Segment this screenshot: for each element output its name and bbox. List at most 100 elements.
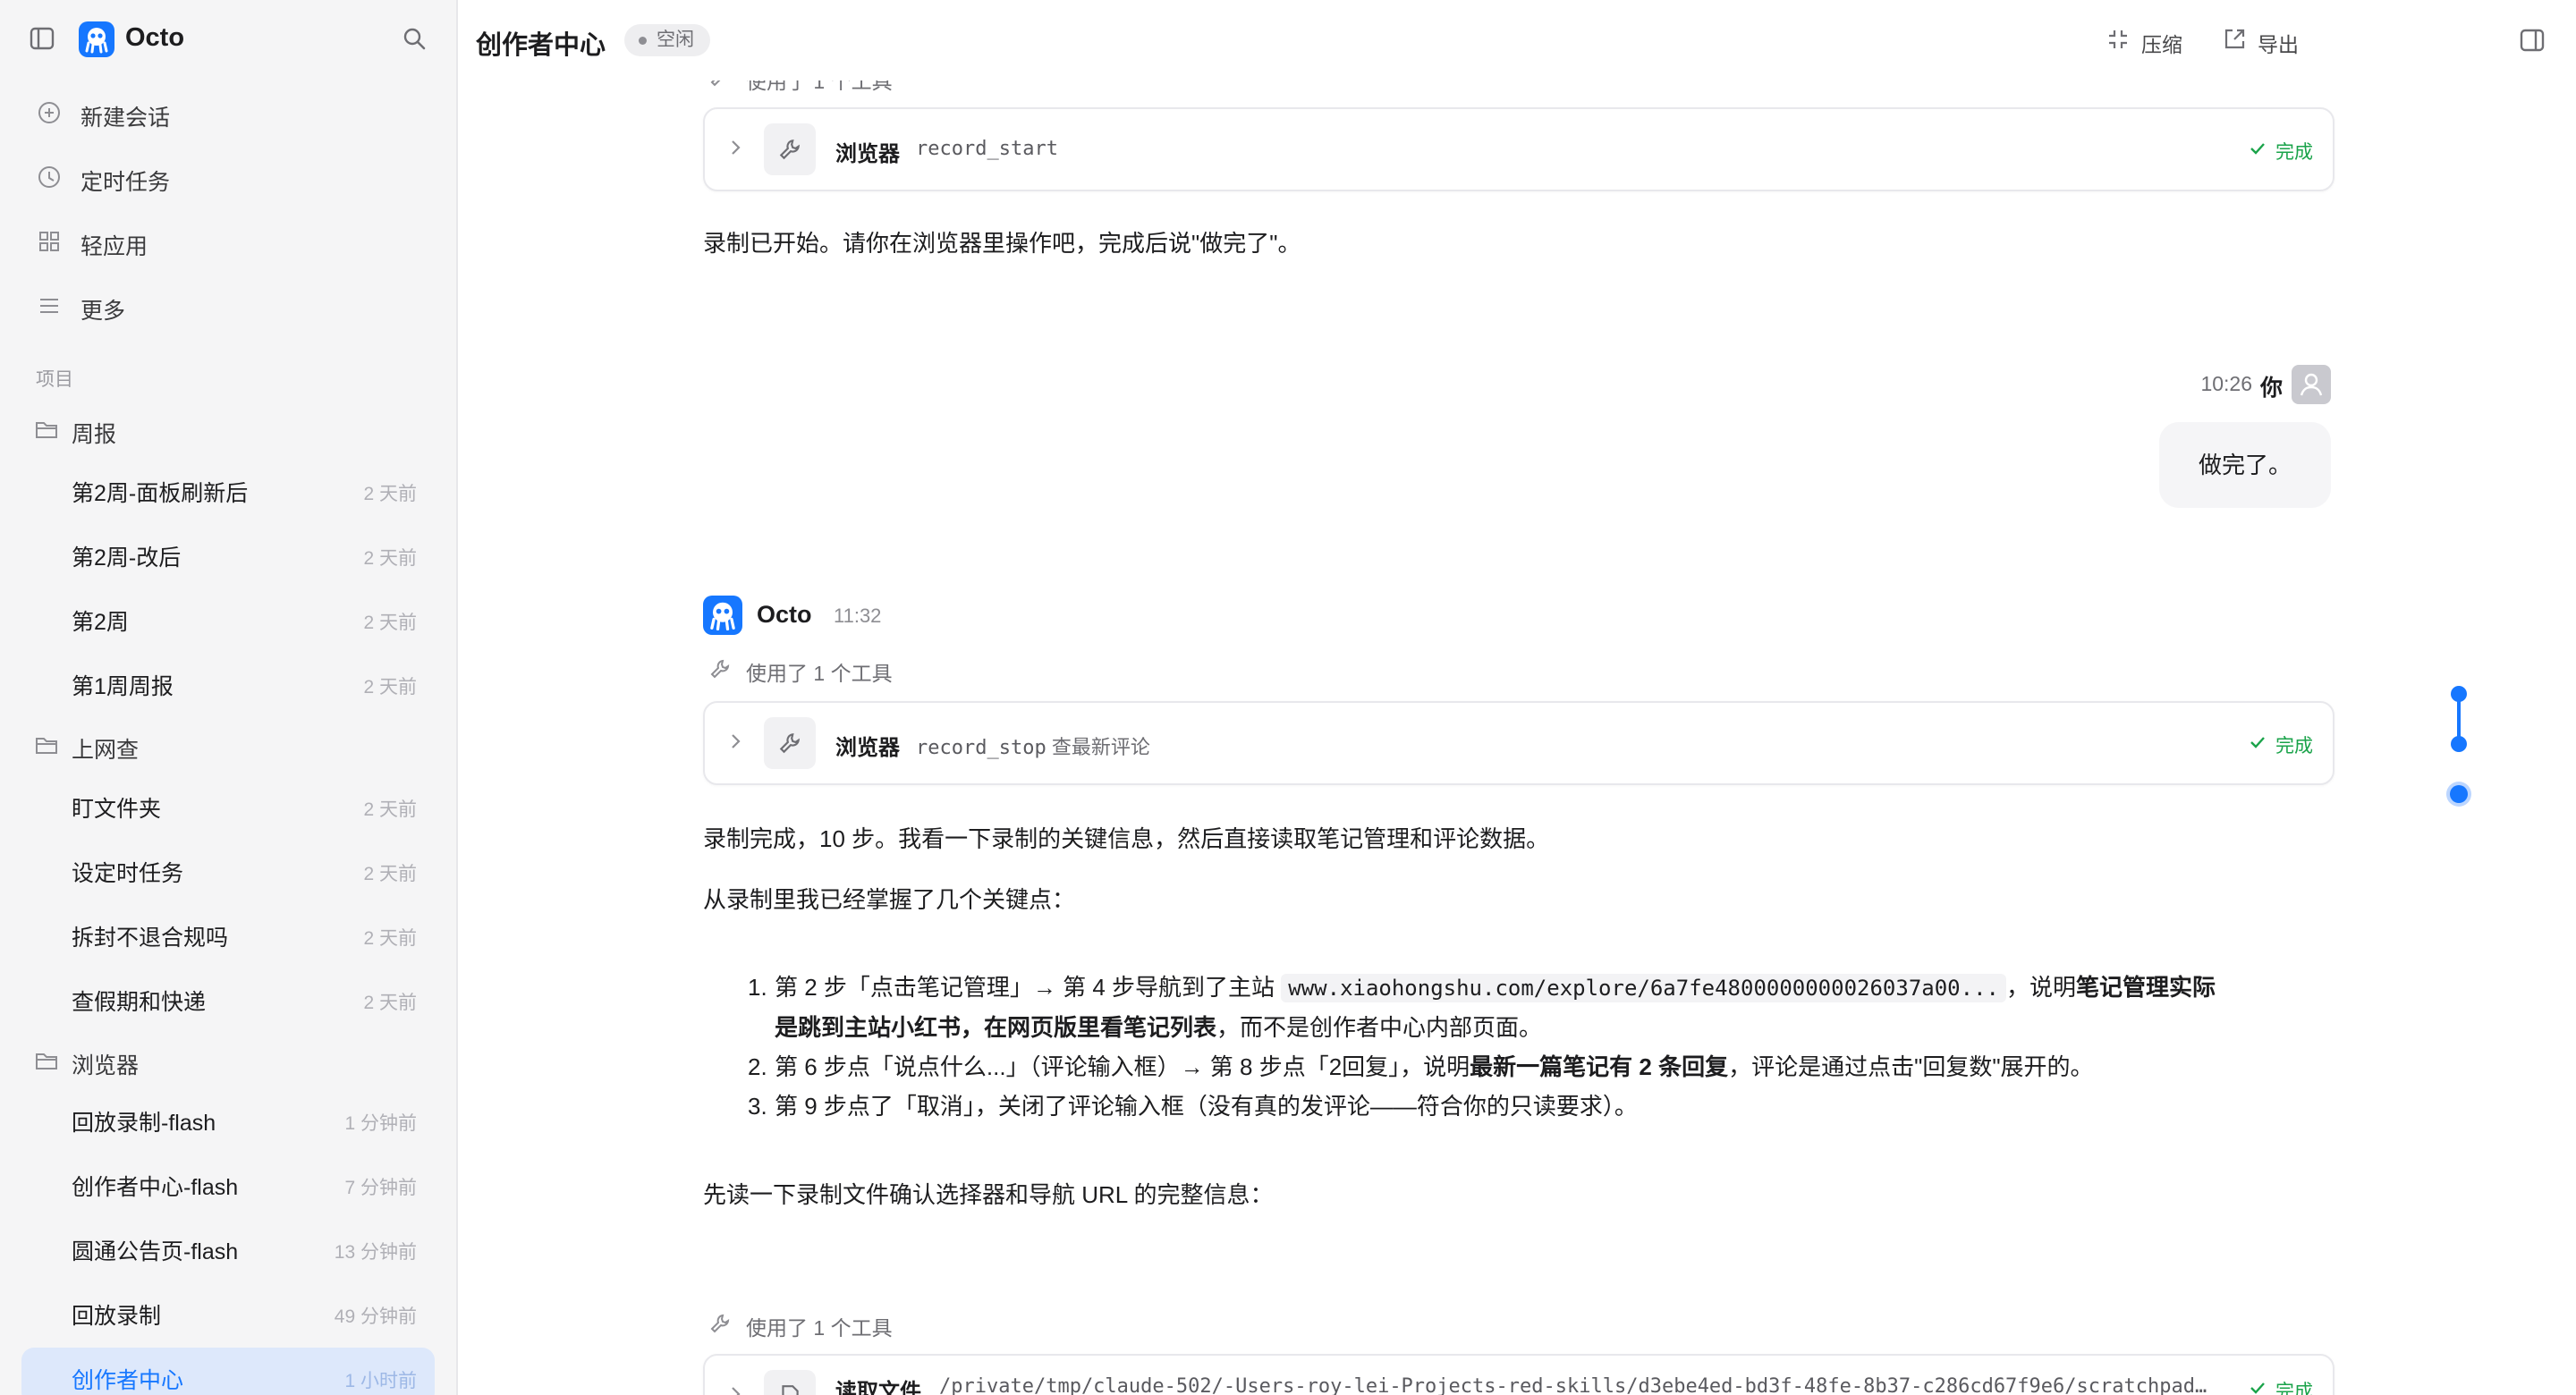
assistant-header: Octo 11:32 [703, 596, 971, 635]
list-item: 1. 第 2 步「点击笔记管理」→ 第 4 步导航到了主站 www.xiaoho… [748, 974, 2216, 1041]
folder-name: 浏览器 [72, 1053, 140, 1078]
page-title: 创作者中心 [476, 31, 606, 60]
conversation-time: 2 天前 [363, 613, 417, 633]
conversation-item[interactable]: 第2周-改后 2 天前 [21, 525, 435, 582]
key-points-list: 1. 第 2 步「点击笔记管理」→ 第 4 步导航到了主站 www.xiaoho… [703, 968, 2340, 1126]
conversation-time: 2 天前 [363, 677, 417, 698]
compress-icon [2109, 30, 2127, 48]
panel-right-icon [2520, 29, 2545, 52]
conversation-item[interactable]: 第1周周报 2 天前 [21, 654, 435, 711]
conversation-time: 2 天前 [363, 548, 417, 569]
status-badge: 空闲 [624, 24, 710, 56]
tool-argument: record_stop [916, 737, 1046, 759]
conversation-item[interactable]: 圆通公告页-flash 13 分钟前 [21, 1219, 435, 1276]
sidebar: Octo 新建会话 定时任务 轻应用 更多 项目 周报 第2周-面板刷新后 2 … [0, 0, 458, 1395]
tool-name: 浏览器 [835, 142, 900, 166]
conversation-item[interactable]: 第2周-面板刷新后 2 天前 [21, 461, 435, 518]
folder-name: 周报 [72, 422, 117, 447]
conversation-item-active[interactable]: 创作者中心 1 小时前 [21, 1348, 435, 1395]
wrench-icon [764, 717, 816, 769]
nav-label: 新建会话 [80, 106, 171, 131]
conversation-item[interactable]: 设定时任务 2 天前 [21, 841, 435, 898]
user-message-meta: 10:26 你 [2152, 365, 2331, 404]
folder-weekly-report[interactable]: 周报 [21, 404, 433, 454]
menu-icon [36, 292, 63, 319]
octo-logo-icon [703, 596, 742, 635]
conversation-item[interactable]: 盯文件夹 2 天前 [21, 776, 435, 833]
tool-call-card[interactable]: 读取文件 /private/tmp/claude-502/-Users-roy-… [703, 1354, 2334, 1395]
tool-status: 完成 [2250, 731, 2313, 758]
conversation-item[interactable]: 创作者中心-flash 7 分钟前 [21, 1154, 435, 1212]
conversation-time: 2 天前 [363, 484, 417, 504]
conversation-item[interactable]: 查假期和快递 2 天前 [21, 969, 435, 1027]
nav-new-chat[interactable]: 新建会话 [21, 86, 433, 140]
nav-label: 定时任务 [80, 170, 171, 195]
conversation-title: 回放录制 [72, 1304, 162, 1329]
conversation-item[interactable]: 回放录制-flash 1 分钟前 [21, 1090, 435, 1147]
tool-name: 读取文件 [835, 1380, 921, 1395]
check-icon [2250, 1382, 2265, 1394]
conversation-item[interactable]: 回放录制 49 分钟前 [21, 1283, 435, 1340]
section-label-projects: 项目 [36, 369, 73, 390]
user-message-bubble: 做完了。 [2158, 422, 2331, 508]
conversation-time: 2 天前 [363, 993, 417, 1013]
navigator-dot[interactable] [2451, 736, 2467, 752]
sidebar-header: Octo [0, 0, 456, 80]
assistant-message: 录制完成，10 步。我看一下录制的关键信息，然后直接读取笔记管理和评论数据。 [703, 825, 1550, 852]
tool-name: 浏览器 [835, 736, 900, 760]
assistant-message: 录制已开始。请你在浏览器里操作吧，完成后说"做完了"。 [703, 230, 1301, 257]
search-icon[interactable] [401, 25, 428, 52]
sidebar-toggle-icon[interactable] [29, 25, 55, 52]
conversation-time: 2 天前 [363, 799, 417, 820]
chevron-right-icon[interactable] [724, 137, 746, 158]
tool-call-card[interactable]: 浏览器 record_stop 查最新评论 完成 [703, 701, 2334, 785]
conversation-title: 设定时任务 [72, 861, 184, 886]
list-item: 2. 第 6 步点「说点什么...」（评论输入框）→ 第 8 步点「2回复」，说… [748, 1053, 2094, 1080]
user-name: 你 [2259, 376, 2283, 401]
message-navigator[interactable] [2445, 0, 2472, 1395]
nav-scheduled-tasks[interactable]: 定时任务 [21, 150, 433, 204]
conversation-item[interactable]: 拆封不退合规吗 2 天前 [21, 905, 435, 962]
folder-web-search[interactable]: 上网查 [21, 720, 433, 770]
file-icon [764, 1370, 816, 1395]
nav-more[interactable]: 更多 [21, 279, 433, 333]
navigator-dot-current[interactable] [2450, 785, 2468, 803]
nav-label: 轻应用 [80, 234, 148, 259]
conversation-time: 49 分钟前 [334, 1306, 417, 1327]
conversation-title: 查假期和快递 [72, 990, 207, 1015]
conversation-time: 1 小时前 [344, 1371, 417, 1391]
conversation-title: 盯文件夹 [72, 797, 162, 822]
conversation-time: 7 分钟前 [344, 1178, 417, 1198]
grid-icon [36, 228, 63, 255]
chat-area[interactable]: 使用了 1 个工具 浏览器 record_start 完成 录制已开始。请你在浏… [458, 80, 2576, 1395]
conversation-title: 第2周-改后 [72, 545, 182, 571]
conversation-title: 第1周周报 [72, 674, 174, 699]
conversation-title: 拆封不退合规吗 [72, 926, 229, 951]
assistant-message: 从录制里我已经掌握了几个关键点： [703, 886, 1076, 913]
assistant-time: 11:32 [834, 604, 882, 627]
nav-light-apps[interactable]: 轻应用 [21, 215, 433, 268]
tool-description: 查最新评论 [1051, 736, 1150, 758]
folder-name: 上网查 [72, 738, 140, 763]
export-icon [2224, 29, 2245, 49]
conversation-time: 2 天前 [363, 928, 417, 949]
navigator-dot[interactable] [2451, 686, 2467, 702]
plus-circle-icon [36, 99, 63, 126]
folder-icon [34, 1049, 59, 1072]
chevron-right-icon[interactable] [724, 1383, 746, 1395]
export-button[interactable]: 导出 [2222, 25, 2302, 56]
conversation-item[interactable]: 第2周 2 天前 [21, 589, 435, 647]
folder-browser[interactable]: 浏览器 [21, 1036, 433, 1086]
chevron-right-icon[interactable] [724, 731, 746, 752]
compress-button[interactable]: 压缩 [2106, 25, 2186, 56]
list-item: 3. 第 9 步点了「取消」，关闭了评论输入框（没有真的发评论——符合你的只读要… [748, 1093, 1638, 1120]
tool-call-card[interactable]: 浏览器 record_start 完成 [703, 107, 2334, 191]
right-panel-toggle-button[interactable] [2519, 25, 2549, 55]
conversation-time: 1 分钟前 [344, 1113, 417, 1134]
clock-icon [36, 164, 63, 190]
assistant-message: 先读一下录制文件确认选择器和导航 URL 的完整信息： [703, 1181, 1274, 1208]
export-label: 导出 [2258, 33, 2299, 56]
top-header: 创作者中心 空闲 压缩 导出 [458, 0, 2576, 80]
wrench-icon [710, 1314, 730, 1333]
wrench-icon [764, 123, 816, 175]
